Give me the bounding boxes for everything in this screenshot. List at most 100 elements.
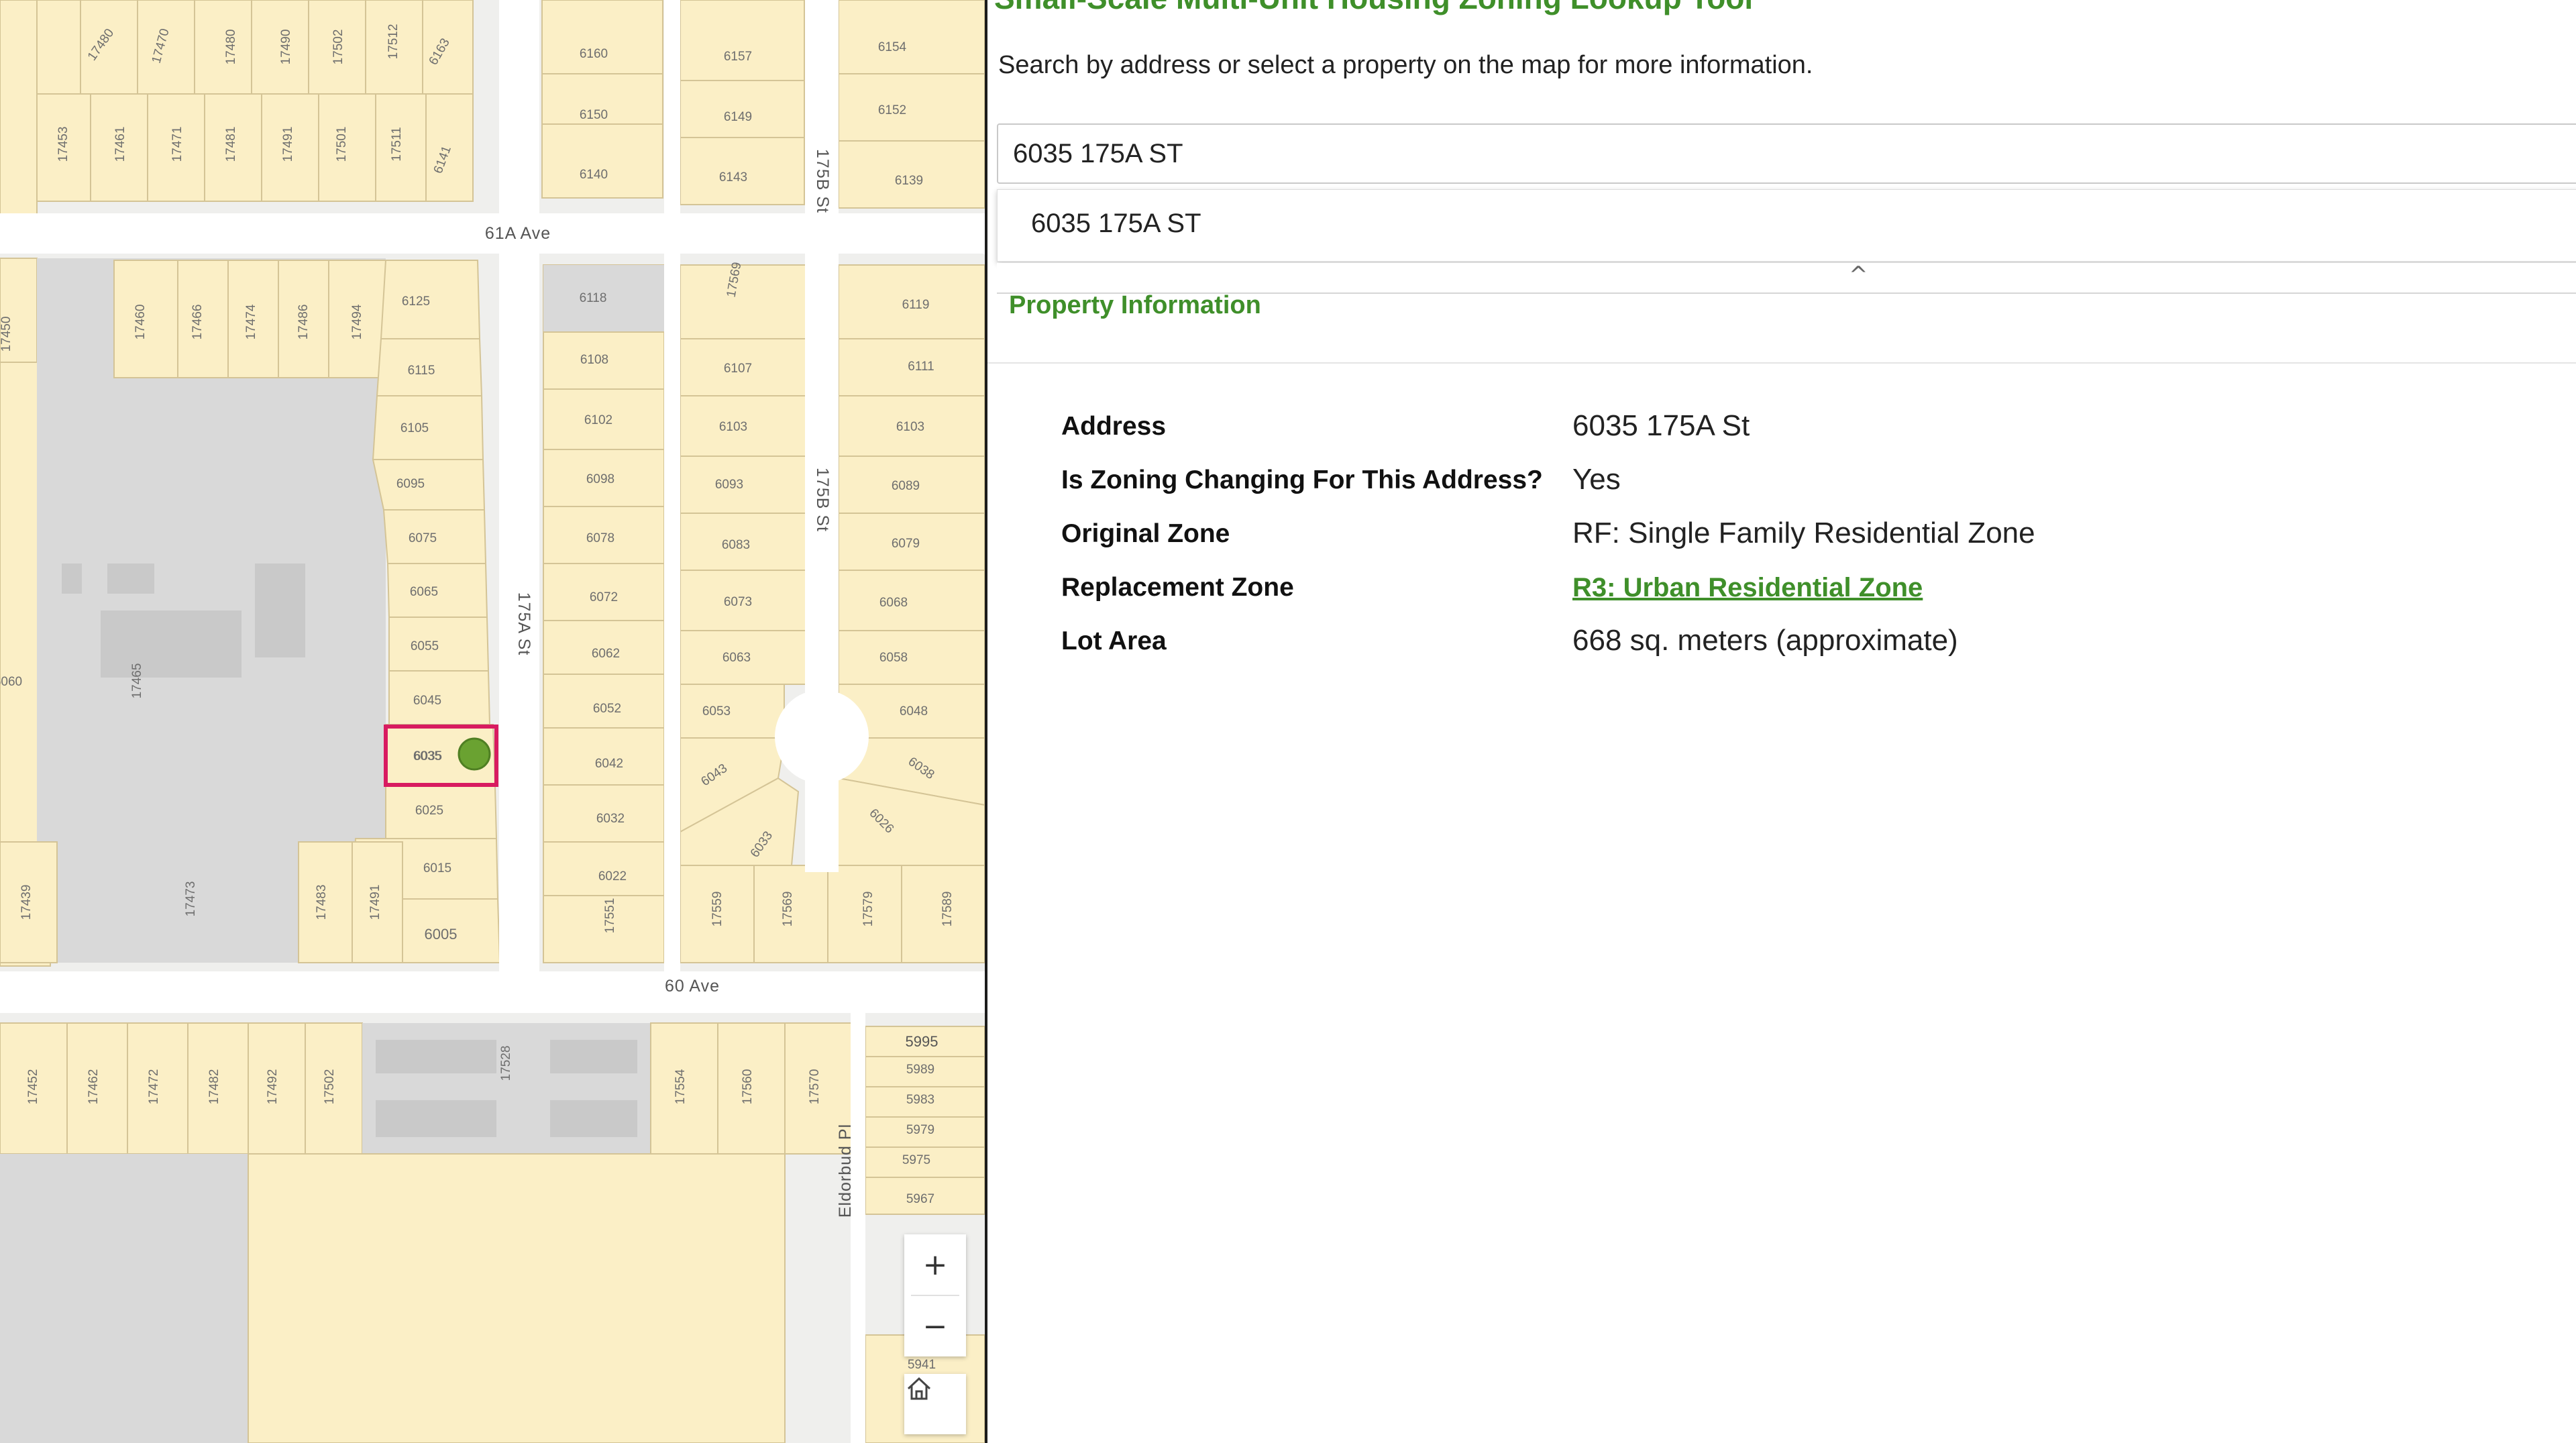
suggestion-dropdown: 6035 175A ST xyxy=(997,189,2576,262)
svg-text:6098: 6098 xyxy=(586,472,614,486)
info-value: 668 sq. meters (approximate) xyxy=(1572,624,1958,657)
svg-text:6079: 6079 xyxy=(892,537,920,551)
svg-text:17460: 17460 xyxy=(133,305,148,340)
svg-text:6157: 6157 xyxy=(724,50,752,64)
svg-text:5979: 5979 xyxy=(906,1123,934,1137)
svg-text:6111: 6111 xyxy=(908,360,934,374)
home-control xyxy=(904,1374,966,1434)
collapse-bar[interactable]: ^ xyxy=(997,262,2576,294)
svg-text:6062: 6062 xyxy=(592,647,620,661)
property-info-title: Property Information xyxy=(1009,291,1261,319)
section-divider xyxy=(987,362,2576,364)
street-label-61a-ave: 61A Ave xyxy=(485,224,551,243)
svg-text:6107: 6107 xyxy=(724,362,752,376)
svg-text:17579: 17579 xyxy=(861,892,875,927)
svg-text:5975: 5975 xyxy=(902,1153,930,1167)
svg-text:17471: 17471 xyxy=(170,127,184,162)
svg-text:17570: 17570 xyxy=(808,1069,822,1105)
svg-text:6063: 6063 xyxy=(722,651,751,665)
svg-text:17452: 17452 xyxy=(26,1069,40,1105)
svg-text:17491: 17491 xyxy=(281,127,295,162)
svg-text:17511: 17511 xyxy=(390,127,404,161)
info-label: Is Zoning Changing For This Address? xyxy=(1061,466,1543,494)
home-button[interactable] xyxy=(904,1374,966,1434)
svg-text:17480: 17480 xyxy=(224,30,238,65)
zoom-in-button[interactable]: + xyxy=(904,1234,966,1295)
svg-text:5995: 5995 xyxy=(906,1033,938,1050)
svg-text:17474: 17474 xyxy=(244,304,258,339)
replacement-zone-link[interactable]: R3: Urban Residential Zone xyxy=(1572,573,1923,603)
svg-text:6125: 6125 xyxy=(402,295,430,309)
svg-text:6102: 6102 xyxy=(584,413,612,427)
suggestion-item[interactable]: 6035 175A ST xyxy=(1031,209,1201,239)
search-box[interactable] xyxy=(997,123,2576,184)
svg-text:6108: 6108 xyxy=(580,353,608,367)
svg-text:6025: 6025 xyxy=(415,804,443,818)
zoom-out-button[interactable]: − xyxy=(904,1296,966,1356)
svg-text:17491: 17491 xyxy=(368,885,382,920)
svg-text:17569: 17569 xyxy=(781,892,795,927)
home-icon xyxy=(907,1377,931,1400)
street-label-eldorbud-pl: Eldorbud Pl xyxy=(836,1124,855,1218)
svg-text:5983: 5983 xyxy=(906,1093,934,1107)
side-panel: Small-Scale Multi-Unit Housing Zoning Lo… xyxy=(987,0,2576,1443)
svg-text:6154: 6154 xyxy=(878,40,907,54)
svg-text:6103: 6103 xyxy=(896,420,924,434)
svg-text:17528: 17528 xyxy=(499,1046,513,1081)
svg-text:6045: 6045 xyxy=(413,694,441,708)
svg-text:6005: 6005 xyxy=(425,926,458,943)
info-label: Lot Area xyxy=(1061,627,1167,655)
svg-text:6103: 6103 xyxy=(719,420,747,434)
chevron-up-icon[interactable]: ^ xyxy=(1849,262,1868,288)
svg-text:6118: 6118 xyxy=(580,291,607,305)
tool-title: Small-Scale Multi-Unit Housing Zoning Lo… xyxy=(994,0,1753,16)
svg-text:6022: 6022 xyxy=(598,869,627,884)
svg-text:6055: 6055 xyxy=(411,639,439,653)
svg-text:6105: 6105 xyxy=(400,421,429,435)
svg-text:17473: 17473 xyxy=(184,881,198,917)
tool-subtitle: Search by address or select a property o… xyxy=(998,51,1813,79)
svg-text:6095: 6095 xyxy=(396,477,425,491)
street-label-175b-mid: 175B St xyxy=(813,468,832,532)
svg-text:6078: 6078 xyxy=(586,531,614,545)
svg-text:17450: 17450 xyxy=(0,317,13,352)
svg-text:17486: 17486 xyxy=(297,305,311,340)
svg-text:17481: 17481 xyxy=(224,127,238,162)
svg-text:6032: 6032 xyxy=(596,812,625,826)
svg-text:17439: 17439 xyxy=(19,885,34,920)
svg-text:17559: 17559 xyxy=(710,892,724,927)
svg-text:6083: 6083 xyxy=(722,538,750,552)
svg-text:6065: 6065 xyxy=(410,585,438,599)
svg-text:6149: 6149 xyxy=(724,110,752,124)
svg-text:6058: 6058 xyxy=(879,651,908,665)
svg-text:17502: 17502 xyxy=(331,30,345,65)
parcel-map[interactable]: .p { fill:#fbefc6; stroke:#d4c496; strok… xyxy=(0,0,985,1443)
svg-text:5941: 5941 xyxy=(908,1358,936,1372)
svg-text:6119: 6119 xyxy=(902,298,930,312)
svg-text:17551: 17551 xyxy=(603,898,617,934)
location-marker-icon[interactable] xyxy=(458,737,491,771)
selected-parcel-label: 6035 xyxy=(414,749,442,763)
svg-text:6150: 6150 xyxy=(580,108,608,122)
svg-text:6048: 6048 xyxy=(900,704,928,718)
svg-text:17453: 17453 xyxy=(56,127,70,162)
svg-text:17554: 17554 xyxy=(674,1069,688,1104)
zoom-controls: + − xyxy=(904,1234,966,1356)
svg-text:17512: 17512 xyxy=(386,24,400,60)
svg-text:17462: 17462 xyxy=(87,1069,101,1105)
search-input[interactable] xyxy=(1013,125,2355,182)
svg-text:6053: 6053 xyxy=(702,704,731,718)
svg-text:17482: 17482 xyxy=(207,1069,221,1105)
svg-text:17560: 17560 xyxy=(741,1069,755,1105)
map-view[interactable]: .p { fill:#fbefc6; stroke:#d4c496; strok… xyxy=(0,0,985,1443)
svg-text:6152: 6152 xyxy=(878,103,906,117)
svg-text:17490: 17490 xyxy=(279,30,293,65)
info-label: Original Zone xyxy=(1061,519,1230,548)
svg-text:6042: 6042 xyxy=(595,757,623,771)
svg-text:6052: 6052 xyxy=(593,702,621,716)
info-label: Replacement Zone xyxy=(1061,573,1294,602)
svg-text:5989: 5989 xyxy=(906,1063,934,1077)
svg-text:6139: 6139 xyxy=(895,174,923,188)
svg-text:17461: 17461 xyxy=(113,127,127,162)
svg-text:6089: 6089 xyxy=(892,479,920,493)
